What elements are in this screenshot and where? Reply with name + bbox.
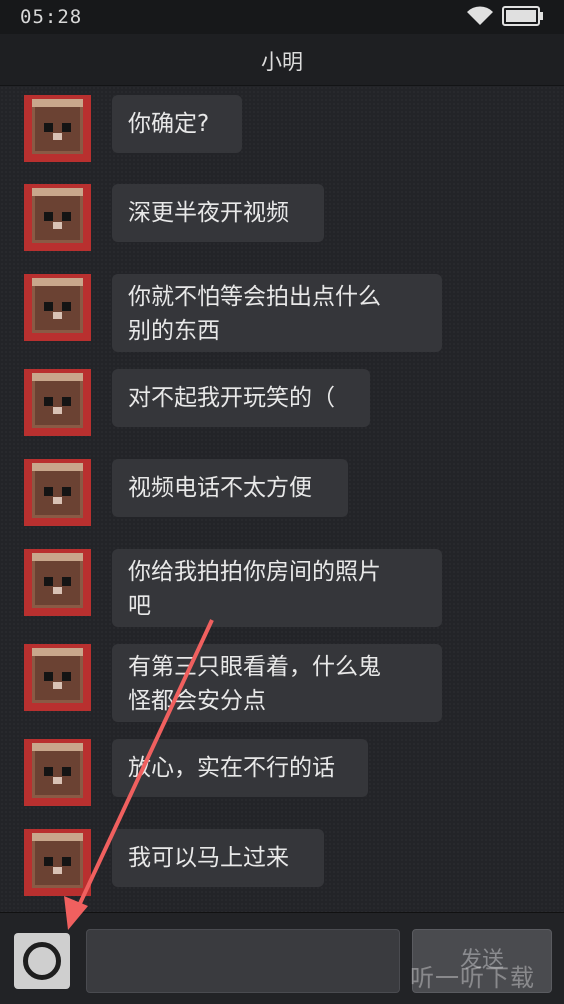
avatar[interactable]	[24, 829, 91, 896]
message-text: 视频电话不太方便	[128, 475, 312, 501]
message-text: 吧	[128, 593, 151, 619]
avatar[interactable]	[24, 549, 91, 616]
avatar[interactable]	[24, 644, 91, 711]
avatar[interactable]	[24, 369, 91, 436]
contact-name: 小明	[261, 50, 303, 74]
avatar[interactable]	[24, 739, 91, 806]
message-text: 深更半夜开视频	[128, 200, 289, 226]
avatar[interactable]	[24, 274, 91, 341]
message-text: 对不起我开玩笑的（	[128, 385, 335, 411]
avatar[interactable]	[24, 184, 91, 251]
message-bubble[interactable]: 放心，实在不行的话	[112, 739, 368, 797]
message-bubble[interactable]: 有第三只眼看着，什么鬼 怪都会安分点	[112, 644, 442, 722]
message-bubble[interactable]: 深更半夜开视频	[112, 184, 324, 242]
chat-header: 小明	[0, 34, 564, 86]
message-list[interactable]: 你确定? 深更半夜开视频你就不怕等会拍出点什么 别的东西对不起我开玩笑的（ 视频电话不…	[0, 86, 564, 912]
message-text: 你给我拍拍你房间的照片	[128, 559, 381, 585]
message-text: 放心，实在不行的话	[128, 755, 335, 781]
battery-icon	[502, 6, 543, 26]
message-text: 有第三只眼看着，什么鬼	[128, 654, 381, 680]
avatar[interactable]	[24, 95, 91, 162]
watermark: 听一听下载	[410, 964, 535, 992]
message-text: 你就不怕等会拍出点什么	[128, 284, 381, 310]
message-text: 别的东西	[128, 318, 220, 344]
avatar[interactable]	[24, 459, 91, 526]
message-bubble[interactable]: 视频电话不太方便	[112, 459, 348, 517]
status-bar: 05:28	[0, 0, 564, 34]
message-bubble[interactable]: 你给我拍拍你房间的照片吧	[112, 549, 442, 627]
message-bubble[interactable]: 你就不怕等会拍出点什么 别的东西	[112, 274, 442, 352]
message-bubble[interactable]: 你确定?	[112, 95, 242, 153]
message-text: 我可以马上过来	[128, 845, 289, 871]
message-text: 你确定?	[128, 111, 210, 137]
message-bubble[interactable]: 我可以马上过来	[112, 829, 324, 887]
wifi-icon	[467, 6, 493, 25]
message-bubble[interactable]: 对不起我开玩笑的（	[112, 369, 370, 427]
status-time: 05:28	[20, 6, 83, 28]
message-input[interactable]	[86, 929, 400, 993]
camera-button[interactable]	[14, 933, 70, 989]
camera-icon	[23, 942, 61, 980]
message-text: 怪都会安分点	[128, 688, 266, 714]
